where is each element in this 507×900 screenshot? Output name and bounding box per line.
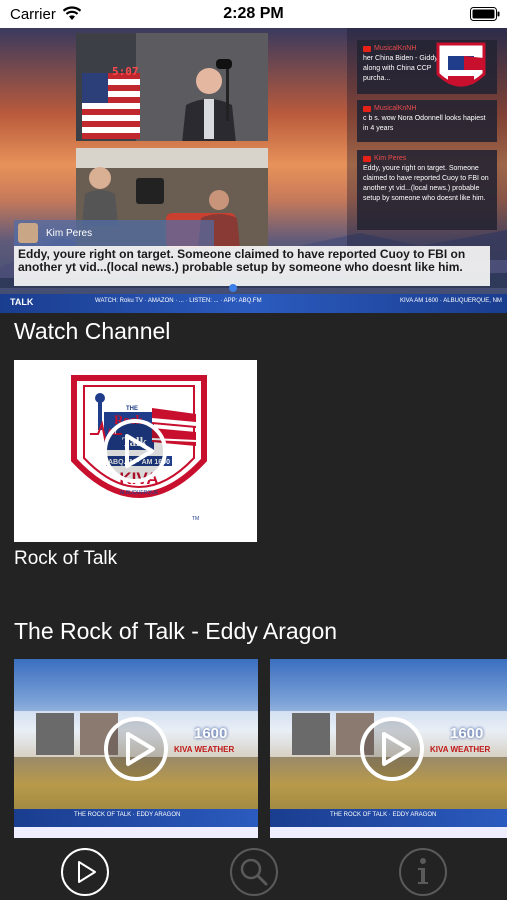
logo-city: ALBUQUERQUE — [120, 490, 159, 496]
youtube-icon — [363, 156, 371, 162]
watch-channel-title: Watch Channel — [14, 318, 171, 344]
studio-clock: 5:07 — [112, 65, 139, 78]
thumb-host-image — [292, 713, 330, 755]
chat-username: MusicalKnNH — [374, 45, 417, 52]
tab-bar — [0, 842, 507, 900]
featured-comment: Kim Peres Eddy, youre right on target. S… — [14, 220, 490, 290]
play-icon[interactable] — [102, 418, 168, 484]
thumb-weather-label: KIVA WEATHER — [174, 745, 235, 754]
tab-search-icon[interactable] — [229, 847, 279, 897]
thumb-host-image — [36, 713, 74, 755]
chat-message: MusicalKnNH c b s. wow Nora Odonnell loo… — [357, 100, 497, 142]
chat-username: MusicalKnNH — [374, 105, 417, 112]
channel-name[interactable]: Rock of Talk — [14, 548, 117, 570]
featured-comment-header: Kim Peres — [14, 220, 214, 246]
thumb-station-number: 1600 — [450, 725, 484, 742]
chat-text: her China Biden - Giddy along with China… — [363, 55, 438, 82]
ticker-station: KIVA AM 1600 · ALBUQUERQUE, NM — [400, 298, 502, 304]
play-icon[interactable] — [359, 716, 425, 782]
host-person — [182, 68, 236, 141]
thumb-weather-label: KIVA WEATHER — [430, 745, 491, 754]
chat-text: Eddy, youre right on target. Someone cla… — [363, 165, 489, 202]
thumb-title-band: THE ROCK OF TALK · EDDY ARAGON — [270, 809, 507, 827]
kiva-logo-mini — [436, 42, 486, 87]
video-thumbnail[interactable]: 1600 KIVA WEATHER THE ROCK OF TALK · EDD… — [270, 659, 507, 838]
chat-username: Kim Peres — [374, 155, 407, 162]
logo-trademark: TM — [192, 516, 199, 522]
chat-text: c b s. wow Nora Odonnell looks hapiest i… — [363, 115, 486, 132]
thumb-station-number: 1600 — [194, 725, 228, 742]
ticker-brand: TALK — [10, 297, 34, 307]
us-flag — [82, 73, 140, 139]
video-thumbnail[interactable]: 1600 KIVA WEATHER THE ROCK OF TALK · EDD… — [14, 659, 258, 838]
channel-ticker: TALK WATCH: Roku TV · AMAZON · ... · LIS… — [0, 294, 507, 313]
studio-camera-main: 5:07 — [76, 33, 268, 141]
thumb-title-band: THE ROCK OF TALK · EDDY ARAGON — [14, 809, 258, 827]
thumb-band-text: THE ROCK OF TALK · EDDY ARAGON — [330, 812, 437, 818]
avatar — [18, 223, 38, 243]
featured-comment-text: Eddy, youre right on target. Someone cla… — [14, 246, 490, 286]
play-icon[interactable] — [103, 716, 169, 782]
tab-info-icon[interactable] — [398, 847, 448, 897]
cohost-person — [82, 167, 118, 226]
youtube-icon — [363, 106, 371, 112]
ticker-watch: WATCH: Roku TV · AMAZON · ... · LISTEN: … — [95, 298, 262, 304]
videos-section-title: The Rock of Talk - Eddy Aragon — [14, 618, 338, 644]
page-indicator-dot — [229, 284, 237, 292]
video-player[interactable]: 5:07 MusicalKnNH her China Biden - Giddy… — [0, 28, 507, 313]
status-bar: Carrier 2:28 PM — [0, 0, 507, 28]
tab-play-icon[interactable] — [60, 847, 110, 897]
youtube-icon — [363, 46, 371, 52]
battery-icon — [470, 7, 500, 21]
thumb-footer — [14, 827, 258, 838]
chat-message: Kim Peres Eddy, youre right on target. S… — [357, 150, 497, 230]
featured-comment-user: Kim Peres — [46, 227, 93, 239]
clock-time: 2:28 PM — [223, 5, 284, 22]
thumb-footer — [270, 827, 507, 838]
thumb-band-text: THE ROCK OF TALK · EDDY ARAGON — [74, 812, 181, 818]
channel-card[interactable]: THE Rock of Talk ABQ.FM · AM 1600 KIVA A… — [14, 360, 257, 542]
